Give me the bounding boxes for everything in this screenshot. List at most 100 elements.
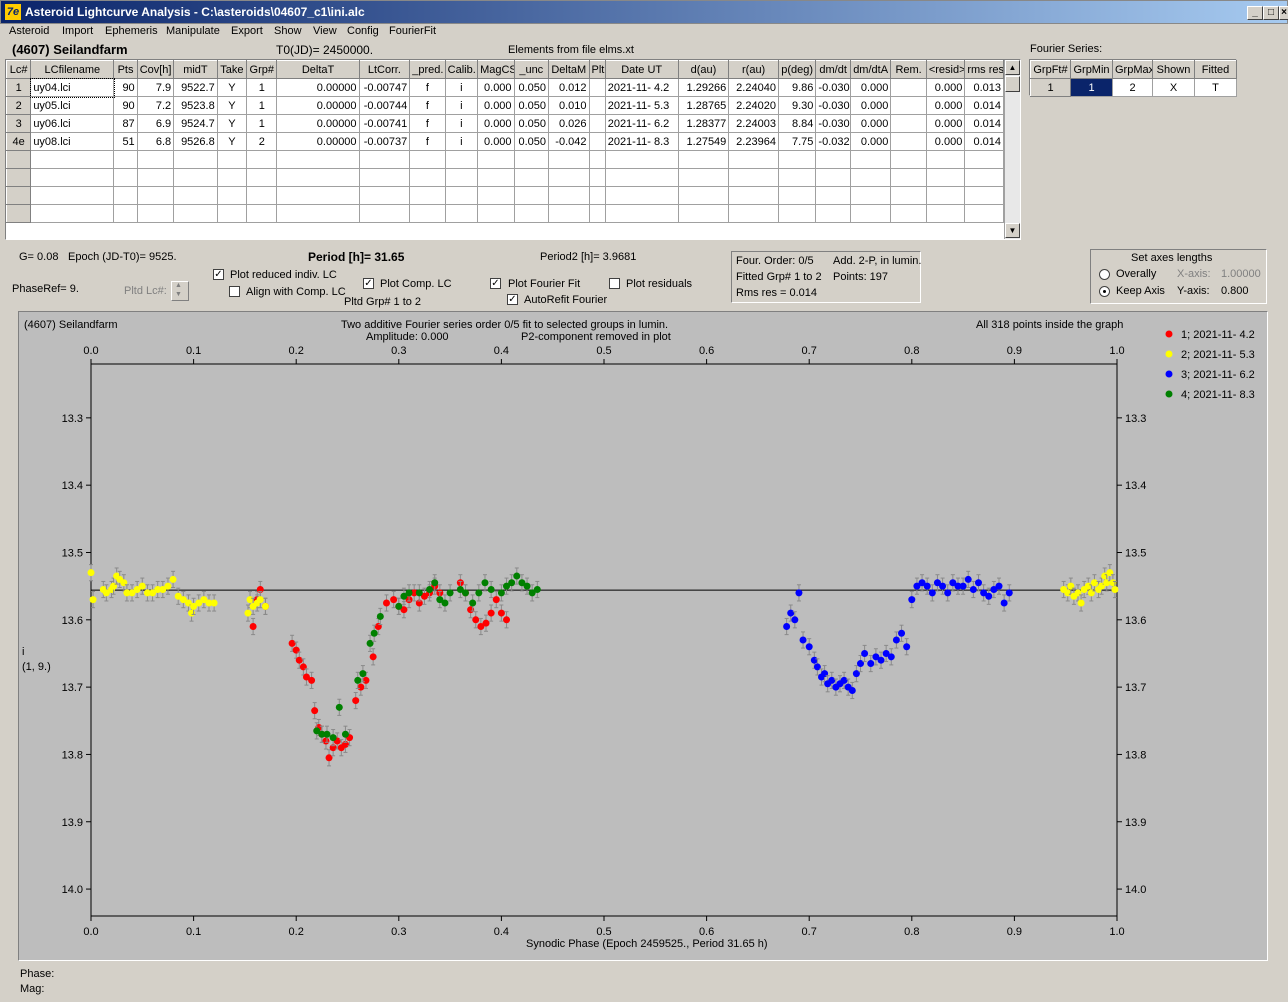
table-cell[interactable] <box>964 204 1004 223</box>
table-cell[interactable] <box>728 150 779 169</box>
table-cell[interactable]: -0.030 <box>815 114 851 133</box>
lc-col-header[interactable]: Lc# <box>6 60 32 79</box>
table-cell[interactable] <box>409 186 446 205</box>
keep-axis-radio[interactable] <box>1099 286 1110 297</box>
table-cell[interactable] <box>890 186 927 205</box>
table-cell[interactable]: 90 <box>113 78 138 97</box>
table-cell[interactable]: 0.012 <box>547 78 590 97</box>
table-cell[interactable] <box>216 168 248 187</box>
table-cell[interactable]: 0.050 <box>513 78 549 97</box>
plot-fourier-checkbox[interactable]: ✓ <box>490 278 501 289</box>
fourier-cell-grpmax[interactable]: 2 <box>1112 78 1153 97</box>
fourier-cell-fitted[interactable]: T <box>1194 78 1237 97</box>
table-cell[interactable] <box>276 150 360 169</box>
table-cell[interactable] <box>777 186 817 205</box>
table-cell[interactable] <box>547 204 590 223</box>
row-header[interactable]: 3 <box>6 114 32 133</box>
table-cell[interactable] <box>513 150 549 169</box>
fourier-cell-grpmin[interactable]: 1 <box>1070 78 1113 97</box>
table-cell[interactable] <box>728 186 779 205</box>
table-cell[interactable] <box>216 150 248 169</box>
table-cell[interactable]: 7.75 <box>777 132 817 151</box>
lc-col-header[interactable]: Cov[h] <box>136 60 175 79</box>
table-cell[interactable]: 8.84 <box>777 114 817 133</box>
table-cell[interactable] <box>890 114 927 133</box>
table-cell[interactable] <box>890 78 927 97</box>
table-cell[interactable]: uy04.lci <box>29 77 115 98</box>
table-cell[interactable] <box>136 204 175 223</box>
scroll-up-icon[interactable]: ▲ <box>1005 60 1020 75</box>
table-cell[interactable]: 9524.7 <box>173 114 218 133</box>
table-row[interactable] <box>6 150 1004 169</box>
table-cell[interactable]: 0.010 <box>547 96 590 115</box>
table-cell[interactable] <box>547 168 590 187</box>
table-cell[interactable] <box>604 168 679 187</box>
lc-col-header[interactable]: Date UT <box>604 60 679 79</box>
table-cell[interactable] <box>728 204 779 223</box>
table-cell[interactable]: 9526.8 <box>173 132 218 151</box>
table-cell[interactable] <box>477 168 515 187</box>
table-cell[interactable]: 6.9 <box>136 114 175 133</box>
table-cell[interactable] <box>513 186 549 205</box>
table-cell[interactable] <box>588 168 606 187</box>
table-cell[interactable]: 7.9 <box>136 78 175 97</box>
table-cell[interactable]: 2021-11- 5.3 <box>604 96 679 115</box>
row-header[interactable] <box>6 204 32 223</box>
table-cell[interactable] <box>30 150 115 169</box>
table-cell[interactable] <box>588 96 606 115</box>
table-cell[interactable] <box>964 150 1004 169</box>
table-cell[interactable] <box>358 204 411 223</box>
table-cell[interactable] <box>444 150 479 169</box>
table-cell[interactable]: -0.00737 <box>358 132 411 151</box>
plot-residuals-checkbox[interactable] <box>609 278 620 289</box>
menu-config[interactable]: Config <box>347 25 379 37</box>
row-header[interactable]: 4e <box>6 132 32 151</box>
table-cell[interactable] <box>113 168 138 187</box>
lc-col-header[interactable]: Rem. <box>890 60 927 79</box>
lc-col-header[interactable]: d(au) <box>677 60 730 79</box>
lc-col-header[interactable]: DeltaM <box>547 60 590 79</box>
table-cell[interactable] <box>246 186 278 205</box>
lc-col-header[interactable]: Calib. <box>444 60 479 79</box>
table-cell[interactable]: 0.000 <box>925 132 966 151</box>
table-cell[interactable] <box>276 186 360 205</box>
table-cell[interactable]: 0.000 <box>477 114 515 133</box>
table-cell[interactable]: uy08.lci <box>30 132 115 151</box>
table-cell[interactable] <box>276 204 360 223</box>
lc-col-header[interactable]: midT <box>173 60 218 79</box>
table-cell[interactable]: uy06.lci <box>30 114 115 133</box>
lc-col-header[interactable]: r(au) <box>728 60 779 79</box>
table-cell[interactable]: 0.000 <box>925 114 966 133</box>
table-cell[interactable]: 0.050 <box>513 132 549 151</box>
table-cell[interactable] <box>777 168 817 187</box>
table-cell[interactable]: Y <box>216 96 248 115</box>
table-cell[interactable]: 1.28765 <box>677 96 730 115</box>
table-cell[interactable]: 6.8 <box>136 132 175 151</box>
spin-up-icon[interactable]: ▲ <box>175 282 182 289</box>
table-cell[interactable]: 0.00000 <box>276 132 360 151</box>
table-cell[interactable] <box>477 186 515 205</box>
table-cell[interactable] <box>246 150 278 169</box>
lc-col-header[interactable]: Take <box>216 60 248 79</box>
table-cell[interactable] <box>677 150 730 169</box>
table-cell[interactable] <box>588 132 606 151</box>
table-cell[interactable]: 0.000 <box>477 96 515 115</box>
table-cell[interactable] <box>677 168 730 187</box>
table-cell[interactable] <box>849 186 892 205</box>
lc-col-header[interactable]: LtCorr. <box>358 60 411 79</box>
table-cell[interactable] <box>216 204 248 223</box>
table-cell[interactable] <box>358 168 411 187</box>
table-cell[interactable]: 0.026 <box>547 114 590 133</box>
table-cell[interactable] <box>604 204 679 223</box>
table-cell[interactable]: 2 <box>246 132 278 151</box>
table-cell[interactable]: Y <box>216 78 248 97</box>
lc-col-header[interactable]: Pts <box>113 60 138 79</box>
table-cell[interactable]: 0.000 <box>849 78 892 97</box>
row-header[interactable]: 2 <box>6 96 32 115</box>
table-cell[interactable] <box>246 168 278 187</box>
table-cell[interactable]: 2021-11- 8.3 <box>604 132 679 151</box>
menu-fourierfit[interactable]: FourierFit <box>389 25 436 37</box>
table-cell[interactable] <box>925 168 966 187</box>
table-cell[interactable] <box>173 168 218 187</box>
row-header[interactable] <box>6 150 32 169</box>
